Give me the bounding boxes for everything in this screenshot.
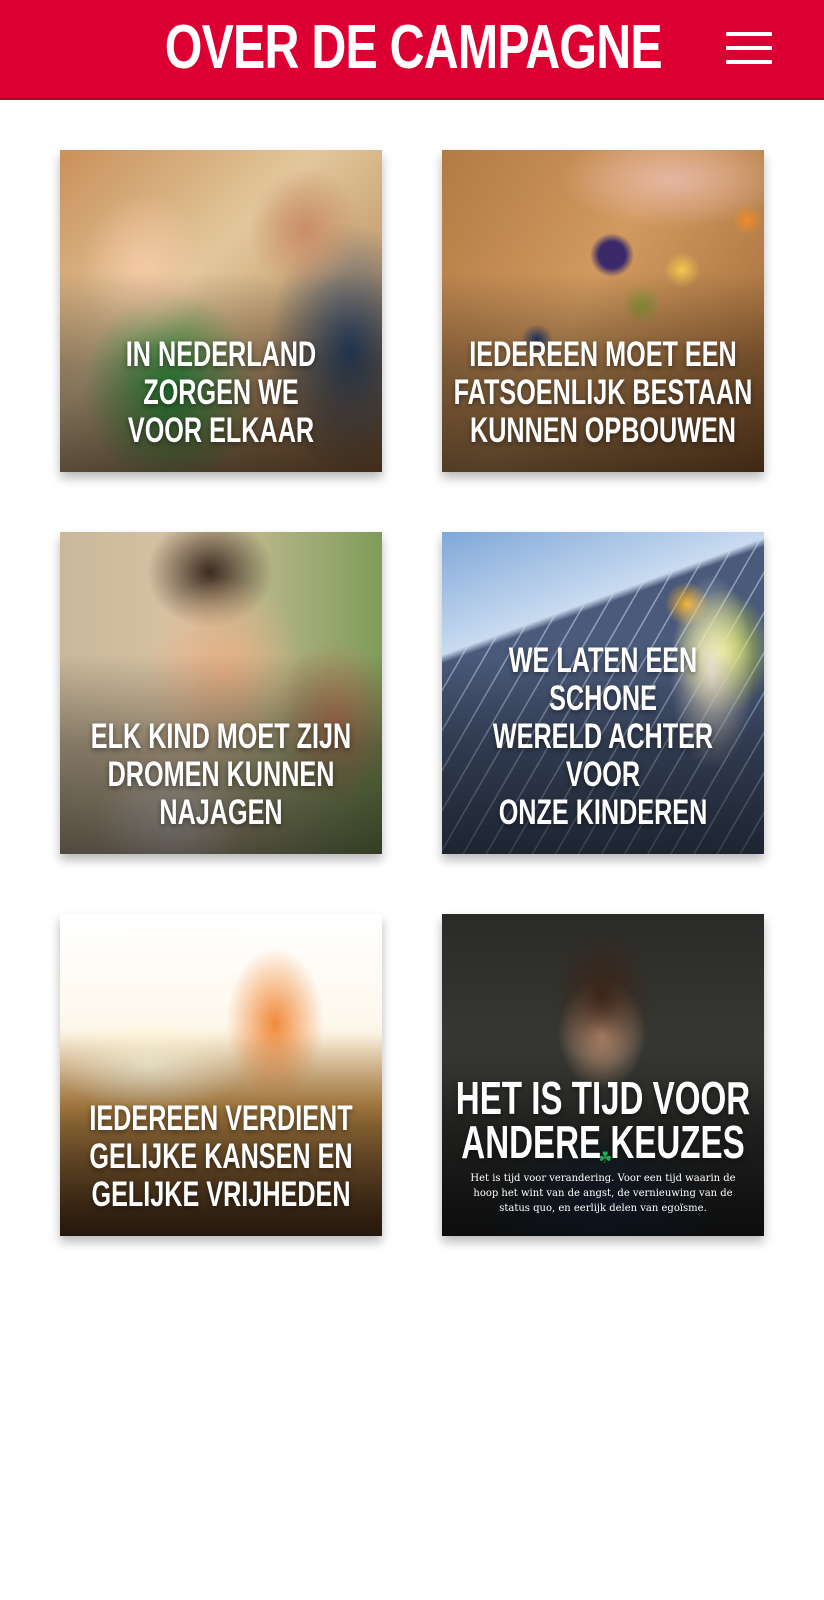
card-title: WE LATEN EEN SCHONE WERELD ACHTER VOOR O… bbox=[492, 641, 714, 832]
card-title: IEDEREEN MOET EEN FATSOENLIJK BESTAAN KU… bbox=[453, 335, 753, 450]
campaign-card-schone-wereld[interactable]: WE LATEN EEN SCHONE WERELD ACHTER VOOR O… bbox=[442, 532, 764, 854]
campaign-card-andere-keuzes[interactable]: ☘ HET IS TIJD VOOR ANDERE KEUZES Het is … bbox=[442, 914, 764, 1236]
page-title: OVER DE CAMPAGNE bbox=[164, 13, 663, 82]
site-header: OVER DE CAMPAGNE bbox=[0, 0, 824, 100]
card-title: IN NEDERLAND ZORGEN WE VOOR ELKAAR bbox=[125, 335, 317, 450]
hamburger-menu-icon[interactable] bbox=[726, 32, 772, 66]
card-description: Het is tijd voor verandering. Voor een t… bbox=[470, 1173, 736, 1214]
menu-bar-top bbox=[726, 32, 772, 36]
card-title: ELK KIND MOET ZIJN DROMEN KUNNEN NAJAGEN bbox=[90, 717, 352, 832]
card-title: HET IS TIJD VOOR ANDERE KEUZES bbox=[455, 1072, 751, 1168]
campaign-card-gelijke-kansen[interactable]: IEDEREEN VERDIENT GELIJKE KANSEN EN GELI… bbox=[60, 914, 382, 1236]
menu-bar-bottom bbox=[726, 60, 772, 64]
menu-bar-middle bbox=[726, 46, 772, 50]
card-title: IEDEREEN VERDIENT GELIJKE KANSEN EN GELI… bbox=[89, 1099, 353, 1214]
campaign-card-dromen[interactable]: ELK KIND MOET ZIJN DROMEN KUNNEN NAJAGEN bbox=[60, 532, 382, 854]
campaign-card-zorgen[interactable]: IN NEDERLAND ZORGEN WE VOOR ELKAAR bbox=[60, 150, 382, 472]
campaign-card-bestaan[interactable]: IEDEREEN MOET EEN FATSOENLIJK BESTAAN KU… bbox=[442, 150, 764, 472]
